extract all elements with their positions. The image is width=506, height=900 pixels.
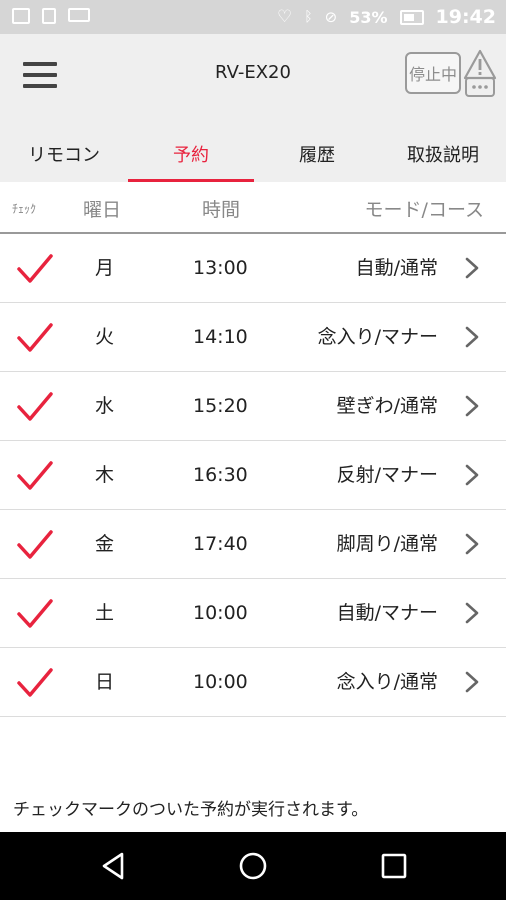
notification-icons <box>12 8 90 24</box>
back-icon[interactable] <box>98 850 130 882</box>
tab-remote[interactable]: リモコン <box>0 126 128 182</box>
no-sim-icon: ⊘ <box>324 7 338 26</box>
warning-icon[interactable] <box>463 48 497 100</box>
schedule-row-sat[interactable]: 土 10:00 自動/マナー <box>0 579 506 648</box>
schedule-time: 16:30 <box>193 464 248 486</box>
tab-history[interactable]: 履歴 <box>254 126 380 182</box>
battery-percent: 53% <box>349 7 388 27</box>
image-icon <box>12 8 30 24</box>
recents-icon[interactable] <box>378 850 410 882</box>
schedule-day: 木 <box>95 464 115 486</box>
column-header: ﾁｪｯｸ 曜日 時間 モード/コース <box>0 182 506 234</box>
schedule-mode: 念入り/マナー <box>317 326 438 348</box>
chevron-right-icon <box>465 671 479 693</box>
chevron-right-icon <box>465 395 479 417</box>
schedule-mode: 壁ぎわ/通常 <box>336 395 438 417</box>
column-check: ﾁｪｯｸ <box>12 202 37 216</box>
bluetooth-icon: ᛒ <box>304 9 313 25</box>
device-status-badge[interactable]: 停止中 <box>405 52 461 94</box>
schedule-time: 10:00 <box>193 602 248 624</box>
home-icon[interactable] <box>237 850 269 882</box>
chevron-right-icon <box>465 257 479 279</box>
schedule-mode: 自動/マナー <box>336 602 438 624</box>
column-day: 曜日 <box>83 199 122 221</box>
schedule-time: 17:40 <box>193 533 248 555</box>
schedule-row-wed[interactable]: 水 15:20 壁ぎわ/通常 <box>0 372 506 441</box>
chevron-right-icon <box>465 533 479 555</box>
checkmark-icon[interactable] <box>16 252 54 286</box>
tab-manual[interactable]: 取扱説明 <box>380 126 506 182</box>
schedule-row-sun[interactable]: 日 10:00 念入り/通常 <box>0 648 506 717</box>
voicemail-icon <box>68 8 90 22</box>
schedule-day: 水 <box>95 395 115 417</box>
chevron-right-icon <box>465 464 479 486</box>
battery-icon <box>399 9 424 25</box>
system-status: ♡ ᛒ ⊘ 53% 19:42 <box>277 0 496 34</box>
schedule-row-fri[interactable]: 金 17:40 脚周り/通常 <box>0 510 506 579</box>
chevron-right-icon <box>465 326 479 348</box>
schedule-list: 月 13:00 自動/通常 火 14:10 念入り/マナー 水 15:20 壁ぎ… <box>0 234 506 717</box>
checkmark-icon[interactable] <box>16 459 54 493</box>
headset-icon: ♡ <box>276 6 293 27</box>
checkmark-icon[interactable] <box>16 390 54 424</box>
checkmark-icon[interactable] <box>16 321 54 355</box>
schedule-row-tue[interactable]: 火 14:10 念入り/マナー <box>0 303 506 372</box>
schedule-day: 金 <box>95 533 115 555</box>
schedule-day: 土 <box>95 602 115 624</box>
app-header: RV-EX20 停止中 リモコン 予約 履歴 取扱説明 <box>0 34 506 182</box>
tab-bar: リモコン 予約 履歴 取扱説明 <box>0 126 506 182</box>
status-bar: ♡ ᛒ ⊘ 53% 19:42 <box>0 0 506 34</box>
schedule-mode: 自動/通常 <box>355 257 438 279</box>
column-mode: モード/コース <box>364 199 484 221</box>
checkmark-icon[interactable] <box>16 666 54 700</box>
schedule-day: 火 <box>95 326 115 348</box>
schedule-day: 月 <box>95 257 115 279</box>
schedule-time: 14:10 <box>193 326 248 348</box>
column-time: 時間 <box>202 199 241 221</box>
schedule-time: 13:00 <box>193 257 248 279</box>
chevron-right-icon <box>465 602 479 624</box>
checkmark-icon[interactable] <box>16 528 54 562</box>
schedule-mode: 反射/マナー <box>336 464 438 486</box>
navigation-bar <box>0 832 506 900</box>
checkmark-icon[interactable] <box>16 597 54 631</box>
schedule-mode: 念入り/通常 <box>336 671 438 693</box>
footer-note: チェックマークのついた予約が実行されます。 <box>13 800 369 820</box>
tab-schedule[interactable]: 予約 <box>128 126 254 182</box>
schedule-time: 10:00 <box>193 671 248 693</box>
schedule-row-thu[interactable]: 木 16:30 反射/マナー <box>0 441 506 510</box>
clock: 19:42 <box>435 6 496 28</box>
schedule-day: 日 <box>95 671 115 693</box>
schedule-row-mon[interactable]: 月 13:00 自動/通常 <box>0 234 506 303</box>
download-icon <box>42 8 56 24</box>
schedule-time: 15:20 <box>193 395 248 417</box>
schedule-mode: 脚周り/通常 <box>336 533 438 555</box>
